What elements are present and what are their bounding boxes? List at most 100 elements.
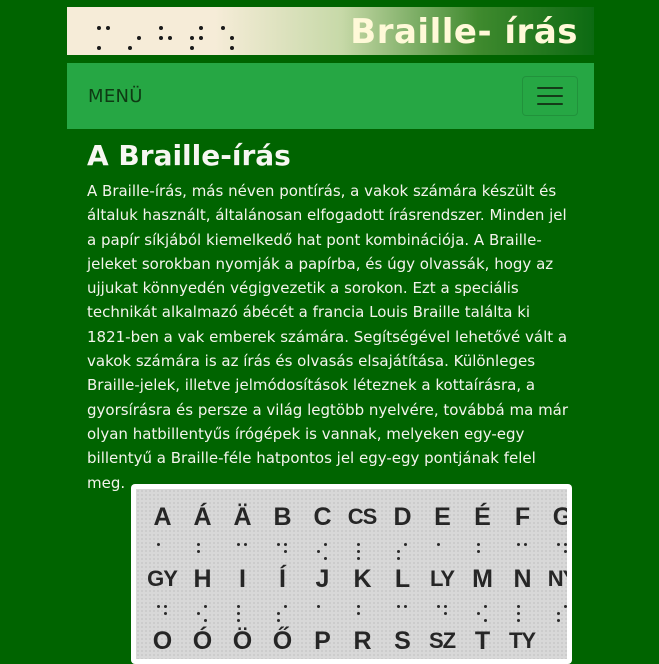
braille-letter-glyph: C (313, 503, 331, 531)
braille-letter-cell: N (502, 565, 542, 622)
braille-letter-dots (557, 543, 567, 560)
braille-cell (128, 26, 141, 50)
braille-letter-glyph: SZ (428, 628, 456, 653)
braille-letter-glyph: A (153, 503, 171, 531)
braille-letter-glyph: N (513, 565, 531, 593)
main-navbar: MENÜ (67, 63, 594, 129)
braille-letter-glyph: Ó (192, 627, 212, 655)
braille-letter-dots (237, 543, 247, 560)
article-paragraph: A Braille-írás, más néven pontírás, a va… (87, 182, 569, 492)
braille-letter-cell: R (342, 627, 382, 659)
braille-letter-dots (357, 543, 367, 560)
braille-letter-glyph: I (239, 565, 246, 593)
braille-letter-cell: TY (502, 627, 542, 659)
braille-letter-cell: É (462, 503, 502, 560)
braille-letter-dots (437, 605, 447, 622)
braille-letter-glyph: Í (279, 565, 286, 593)
site-title: Braille- írás (350, 12, 578, 52)
braille-dots-decoration (97, 15, 252, 50)
braille-letter-cell: H (182, 565, 222, 622)
braille-letter-glyph: E (434, 503, 451, 531)
braille-cell (190, 26, 203, 50)
hamburger-menu-button[interactable] (522, 76, 578, 116)
braille-letter-glyph: S (394, 627, 411, 655)
braille-letter-dots (197, 543, 207, 560)
braille-letter-cell: S (382, 627, 422, 659)
page-heading: A Braille-írás (87, 139, 291, 172)
braille-letter-dots (477, 543, 487, 560)
braille-alphabet-chart: AÁÄBC CS DEÉFG GY HI Í JKL LY MN NY OÓÖŐPRS SZ T TY (136, 489, 567, 659)
braille-letter-cell: I (222, 565, 262, 622)
hamburger-icon (537, 87, 563, 89)
page-container: Braille- írás MENÜ A Braille-írás A Brai… (67, 7, 594, 664)
braille-letter-dots (317, 605, 327, 622)
braille-letter-dots (237, 605, 247, 622)
braille-letter-cell: B (262, 503, 302, 560)
braille-letter-dots (197, 605, 207, 622)
braille-letter-cell: C (302, 503, 342, 560)
main-content: A Braille-írás A Braille-írás, más néven… (67, 139, 594, 495)
braille-letter-glyph: O (152, 627, 172, 655)
braille-letter-glyph: Ő (272, 627, 292, 655)
braille-letter-cell: LY (422, 565, 462, 622)
braille-letter-glyph: J (315, 565, 330, 593)
braille-letter-dots (317, 543, 327, 560)
braille-letter-glyph: D (393, 503, 411, 531)
hamburger-icon-bar (537, 95, 563, 97)
braille-letter-dots (157, 543, 167, 560)
braille-letter-cell: Ő (262, 627, 302, 659)
braille-letter-glyph: H (193, 565, 211, 593)
braille-letter-glyph: T (474, 627, 490, 655)
braille-letter-glyph: F (514, 503, 530, 531)
braille-letter-glyph: GY (147, 566, 178, 591)
braille-letter-cell: F (502, 503, 542, 560)
braille-letter-dots (157, 605, 167, 622)
hamburger-icon-bar (537, 103, 563, 105)
braille-letter-row: A Á Ä B C CS D E É F G (142, 503, 567, 560)
braille-letter-cell: Ó (182, 627, 222, 659)
braille-letter-cell: D (382, 503, 422, 560)
braille-letter-glyph: CS (347, 504, 378, 529)
braille-letter-cell: Ä (222, 503, 262, 560)
braille-letter-glyph: L (394, 565, 410, 593)
braille-letter-glyph: TY (508, 628, 536, 653)
braille-letter-cell: Í (262, 565, 302, 622)
braille-letter-glyph: P (314, 627, 331, 655)
braille-letter-cell: A (142, 503, 182, 560)
braille-cell (221, 26, 234, 50)
braille-letter-cell: CS (342, 503, 382, 560)
braille-letter-glyph: G (552, 503, 567, 531)
braille-letter-glyph: Ö (232, 627, 252, 655)
braille-letter-cell: K (342, 565, 382, 622)
braille-letter-glyph: É (474, 503, 491, 531)
braille-letter-dots (397, 605, 407, 622)
braille-letter-cell: L (382, 565, 422, 622)
braille-letter-cell: Ö (222, 627, 262, 659)
braille-letter-dots (477, 605, 487, 622)
braille-cell (159, 26, 172, 50)
braille-letter-glyph: B (273, 503, 291, 531)
braille-letter-cell: G (542, 503, 567, 560)
braille-letter-cell: GY (142, 565, 182, 622)
site-banner: Braille- írás (67, 7, 594, 55)
braille-letter-dots (517, 543, 527, 560)
braille-letter-glyph: K (353, 565, 371, 593)
braille-letter-glyph: NY (547, 566, 567, 591)
braille-letter-glyph: R (353, 627, 371, 655)
braille-letter-dots (397, 543, 407, 560)
braille-letter-cell: T (462, 627, 502, 659)
braille-letter-dots (517, 605, 527, 622)
braille-letter-cell: J (302, 565, 342, 622)
braille-letter-dots (277, 543, 287, 560)
braille-letter-glyph: Ä (233, 503, 251, 531)
braille-letter-cell: P (302, 627, 342, 659)
braille-letter-dots (357, 605, 367, 622)
braille-letter-cell: SZ (422, 627, 462, 659)
braille-letter-cell: E (422, 503, 462, 560)
braille-letter-glyph: LY (429, 566, 455, 591)
braille-alphabet-image: AÁÄBC CS DEÉFG GY HI Í JKL LY MN NY OÓÖŐPRS SZ T TY (131, 484, 572, 664)
menu-label[interactable]: MENÜ (88, 86, 143, 107)
braille-cell (97, 26, 110, 50)
braille-letter-glyph: Á (193, 503, 211, 531)
braille-letter-cell: Á (182, 503, 222, 560)
